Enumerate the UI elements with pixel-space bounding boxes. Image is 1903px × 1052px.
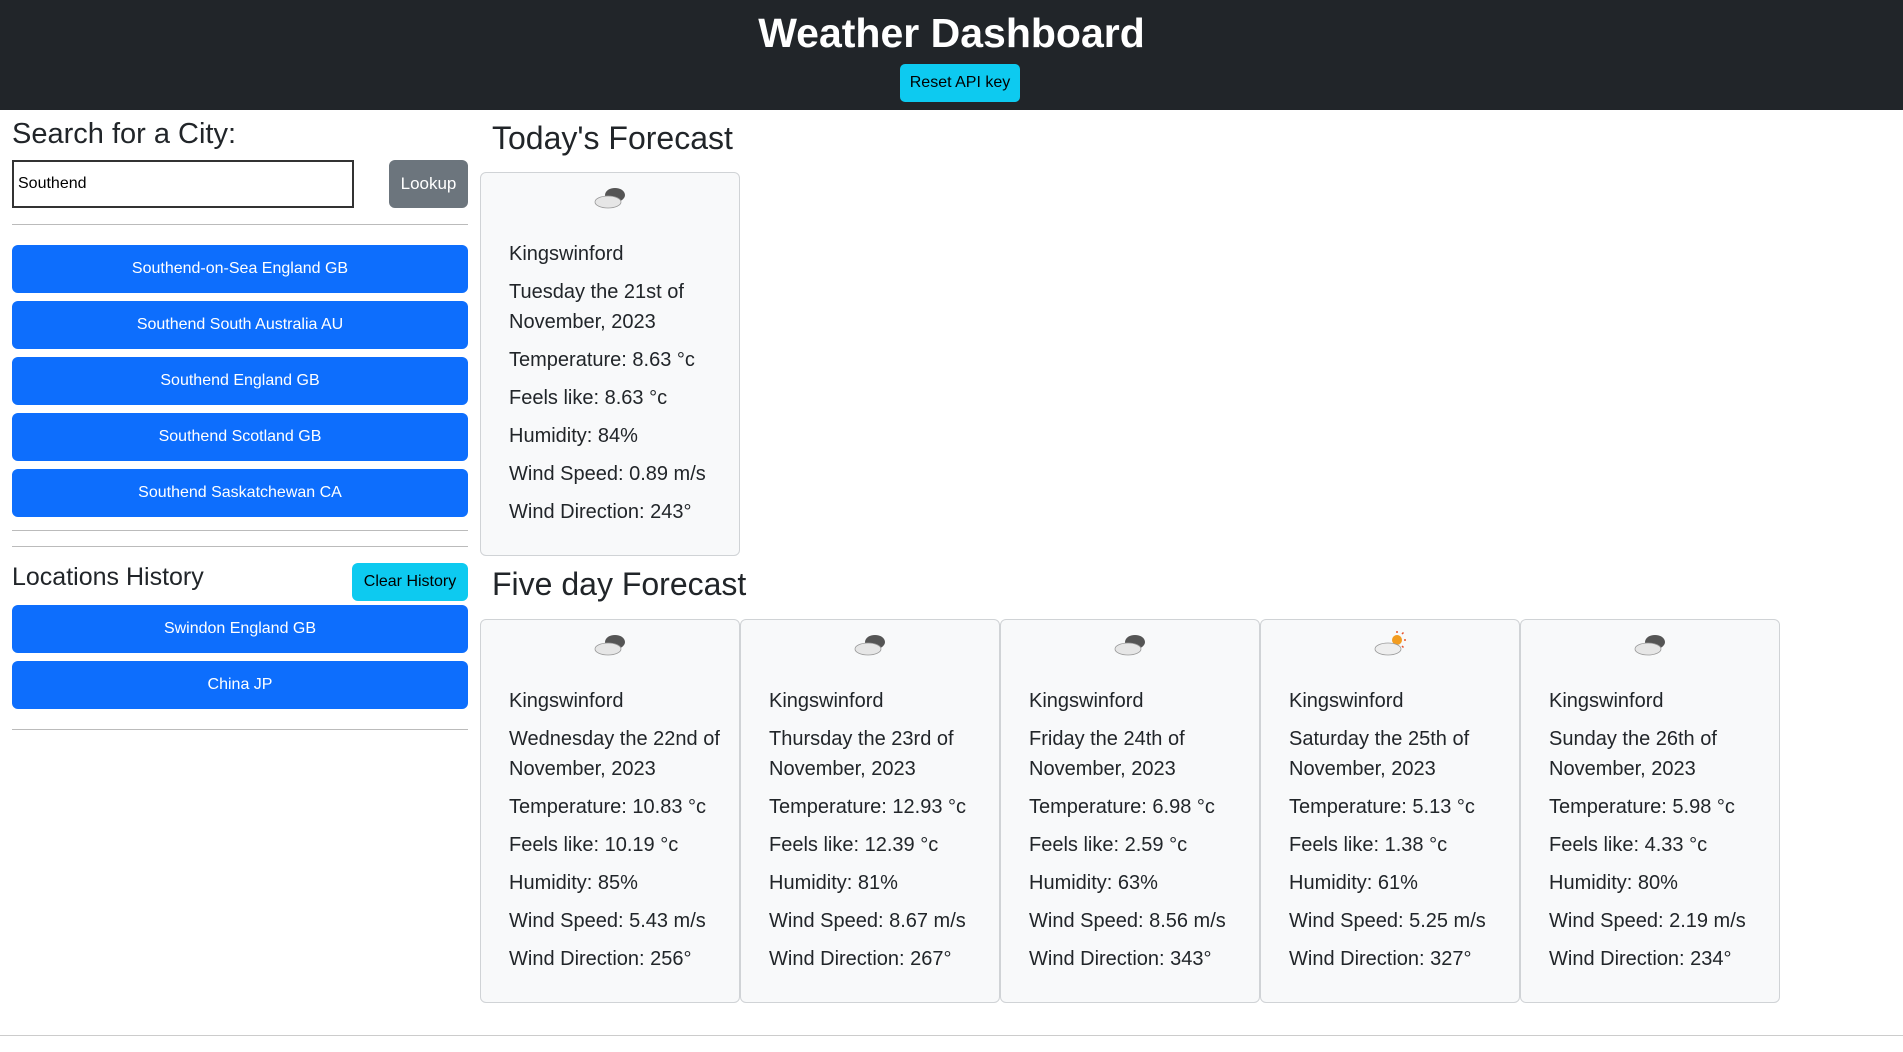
today-forecast-card: Kingswinford Tuesday the 21st of Novembe… [480,172,740,556]
forecast-humidity: Humidity: 80% [1549,872,1678,894]
forecast-feels-like: Feels like: 12.39 °c [769,834,939,856]
footer-divider [0,1035,1903,1036]
history-title: Locations History [12,563,204,591]
history-item-button[interactable]: China JP [12,661,468,709]
lookup-button[interactable]: Lookup [389,160,468,208]
forecast-city: Kingswinford [1289,690,1404,712]
result-button[interactable]: Southend-on-Sea England GB [12,245,468,293]
header: Weather Dashboard Reset API key [0,0,1903,110]
forecast-city: Kingswinford [1549,690,1664,712]
forecast-city: Kingswinford [1029,690,1144,712]
forecast-date: Friday the 24th of November, 2023 [1029,728,1185,780]
forecast-feels-like: Feels like: 1.38 °c [1289,834,1448,856]
forecast-wind-speed: Wind Speed: 0.89 m/s [509,463,706,485]
five-day-card: Kingswinford Sunday the 26th of November… [1520,619,1780,1003]
divider [12,530,468,531]
forecast-humidity: Humidity: 84% [509,425,638,447]
search-title: Search for a City: [12,118,237,150]
forecast-wind-speed: Wind Speed: 5.43 m/s [509,910,706,932]
forecast-city: Kingswinford [769,690,884,712]
forecast-humidity: Humidity: 85% [509,872,638,894]
history-item-button[interactable]: Swindon England GB [12,605,468,653]
five-day-card: Kingswinford Friday the 24th of November… [1000,619,1260,1003]
result-button[interactable]: Southend England GB [12,357,468,405]
cloudy-icon [1634,635,1665,656]
cloudy-icon [594,188,625,209]
today-forecast-title: Today's Forecast [492,120,733,156]
clear-history-button[interactable]: Clear History [352,563,468,601]
reset-api-key-button[interactable]: Reset API key [900,64,1020,102]
five-day-forecast-title: Five day Forecast [492,566,747,602]
forecast-wind-direction: Wind Direction: 256° [509,948,692,970]
forecast-feels-like: Feels like: 4.33 °c [1549,834,1708,856]
forecast-wind-direction: Wind Direction: 327° [1289,948,1472,970]
forecast-wind-direction: Wind Direction: 343° [1029,948,1212,970]
forecast-wind-speed: Wind Speed: 5.25 m/s [1289,910,1486,932]
five-day-card: Kingswinford Saturday the 25th of Novemb… [1260,619,1520,1003]
forecast-wind-speed: Wind Speed: 8.56 m/s [1029,910,1226,932]
forecast-humidity: Humidity: 61% [1289,872,1418,894]
forecast-date: Thursday the 23rd of November, 2023 [769,728,954,780]
cloudy-icon [1114,635,1145,656]
forecast-date: Saturday the 25th of November, 2023 [1289,728,1470,780]
five-day-card: Kingswinford Thursday the 23rd of Novemb… [740,619,1000,1003]
forecast-wind-speed: Wind Speed: 8.67 m/s [769,910,966,932]
partly-sunny-icon [1374,631,1406,656]
forecast-wind-direction: Wind Direction: 234° [1549,948,1732,970]
divider [12,729,468,730]
forecast-wind-direction: Wind Direction: 243° [509,501,692,523]
forecast-temperature: Temperature: 5.13 °c [1289,796,1475,818]
city-search-input[interactable] [12,160,354,208]
page-title: Weather Dashboard [758,10,1145,56]
forecast-temperature: Temperature: 8.63 °c [509,349,695,371]
forecast-date: Tuesday the 21st of November, 2023 [509,281,684,333]
result-button[interactable]: Southend Scotland GB [12,413,468,461]
forecast-temperature: Temperature: 10.83 °c [509,796,706,818]
five-day-card: Kingswinford Wednesday the 22nd of Novem… [480,619,740,1003]
result-button[interactable]: Southend Saskatchewan CA [12,469,468,517]
forecast-feels-like: Feels like: 10.19 °c [509,834,679,856]
forecast-wind-speed: Wind Speed: 2.19 m/s [1549,910,1746,932]
forecast-wind-direction: Wind Direction: 267° [769,948,952,970]
cloudy-icon [594,635,625,656]
divider [12,546,468,547]
forecast-temperature: Temperature: 12.93 °c [769,796,966,818]
forecast-temperature: Temperature: 5.98 °c [1549,796,1735,818]
cloudy-icon [854,635,885,656]
forecast-city: Kingswinford [509,690,624,712]
forecast-city: Kingswinford [509,243,624,265]
forecast-temperature: Temperature: 6.98 °c [1029,796,1215,818]
forecast-humidity: Humidity: 81% [769,872,898,894]
forecast-feels-like: Feels like: 2.59 °c [1029,834,1188,856]
divider [12,224,468,225]
result-button[interactable]: Southend South Australia AU [12,301,468,349]
forecast-date: Wednesday the 22nd of November, 2023 [509,728,720,780]
forecast-humidity: Humidity: 63% [1029,872,1158,894]
forecast-date: Sunday the 26th of November, 2023 [1549,728,1717,780]
forecast-feels-like: Feels like: 8.63 °c [509,387,668,409]
